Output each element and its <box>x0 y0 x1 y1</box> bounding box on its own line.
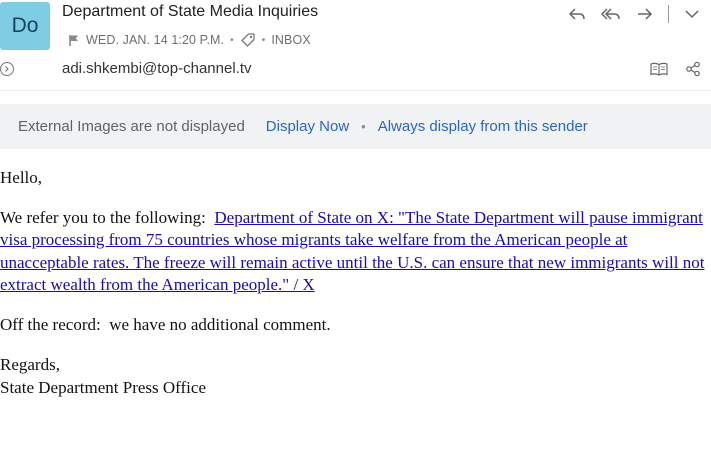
message-actions <box>566 4 703 24</box>
tag-icon[interactable] <box>240 32 256 48</box>
external-images-banner: External Images are not displayed Displa… <box>0 104 711 149</box>
signature: State Department Press Office <box>0 377 206 397</box>
always-display-link[interactable]: Always display from this sender <box>378 118 588 135</box>
expand-circle-icon[interactable] <box>0 62 14 76</box>
avatar: Do <box>0 2 50 50</box>
chevron-down-icon[interactable] <box>681 4 703 24</box>
banner-message: External Images are not displayed <box>18 118 245 135</box>
message-meta: WED. JAN. 14 1:20 P.M. • • INBOX <box>68 31 311 49</box>
share-icon[interactable] <box>683 60 703 78</box>
message-tools <box>649 60 703 78</box>
book-open-icon[interactable] <box>649 60 669 78</box>
off-record-paragraph: Off the record: we have no additional co… <box>0 315 331 335</box>
reply-icon[interactable] <box>566 4 588 24</box>
sender-name[interactable]: Department of State Media Inquiries <box>62 3 318 21</box>
sender-email[interactable]: adi.shkembi@top-channel.tv <box>62 60 252 77</box>
greeting: Hello, <box>0 168 43 187</box>
message-date: WED. JAN. 14 1:20 P.M. <box>86 33 225 47</box>
actions-divider <box>668 5 669 23</box>
flag-icon[interactable] <box>68 34 80 47</box>
closing: Regards, <box>0 355 60 375</box>
folder-label[interactable]: INBOX <box>271 33 310 47</box>
reply-all-icon[interactable] <box>600 4 622 24</box>
meta-separator: • <box>230 34 234 46</box>
display-now-link[interactable]: Display Now <box>266 118 349 135</box>
header-divider <box>0 90 711 91</box>
meta-separator: • <box>261 34 266 46</box>
banner-separator: • <box>361 119 366 134</box>
reference-paragraph: We refer you to the following: Departmen… <box>0 207 705 297</box>
forward-icon[interactable] <box>634 4 656 24</box>
message-body: Hello, We refer you to the following: De… <box>0 167 705 399</box>
reference-intro: We refer you to the following: <box>0 208 215 227</box>
